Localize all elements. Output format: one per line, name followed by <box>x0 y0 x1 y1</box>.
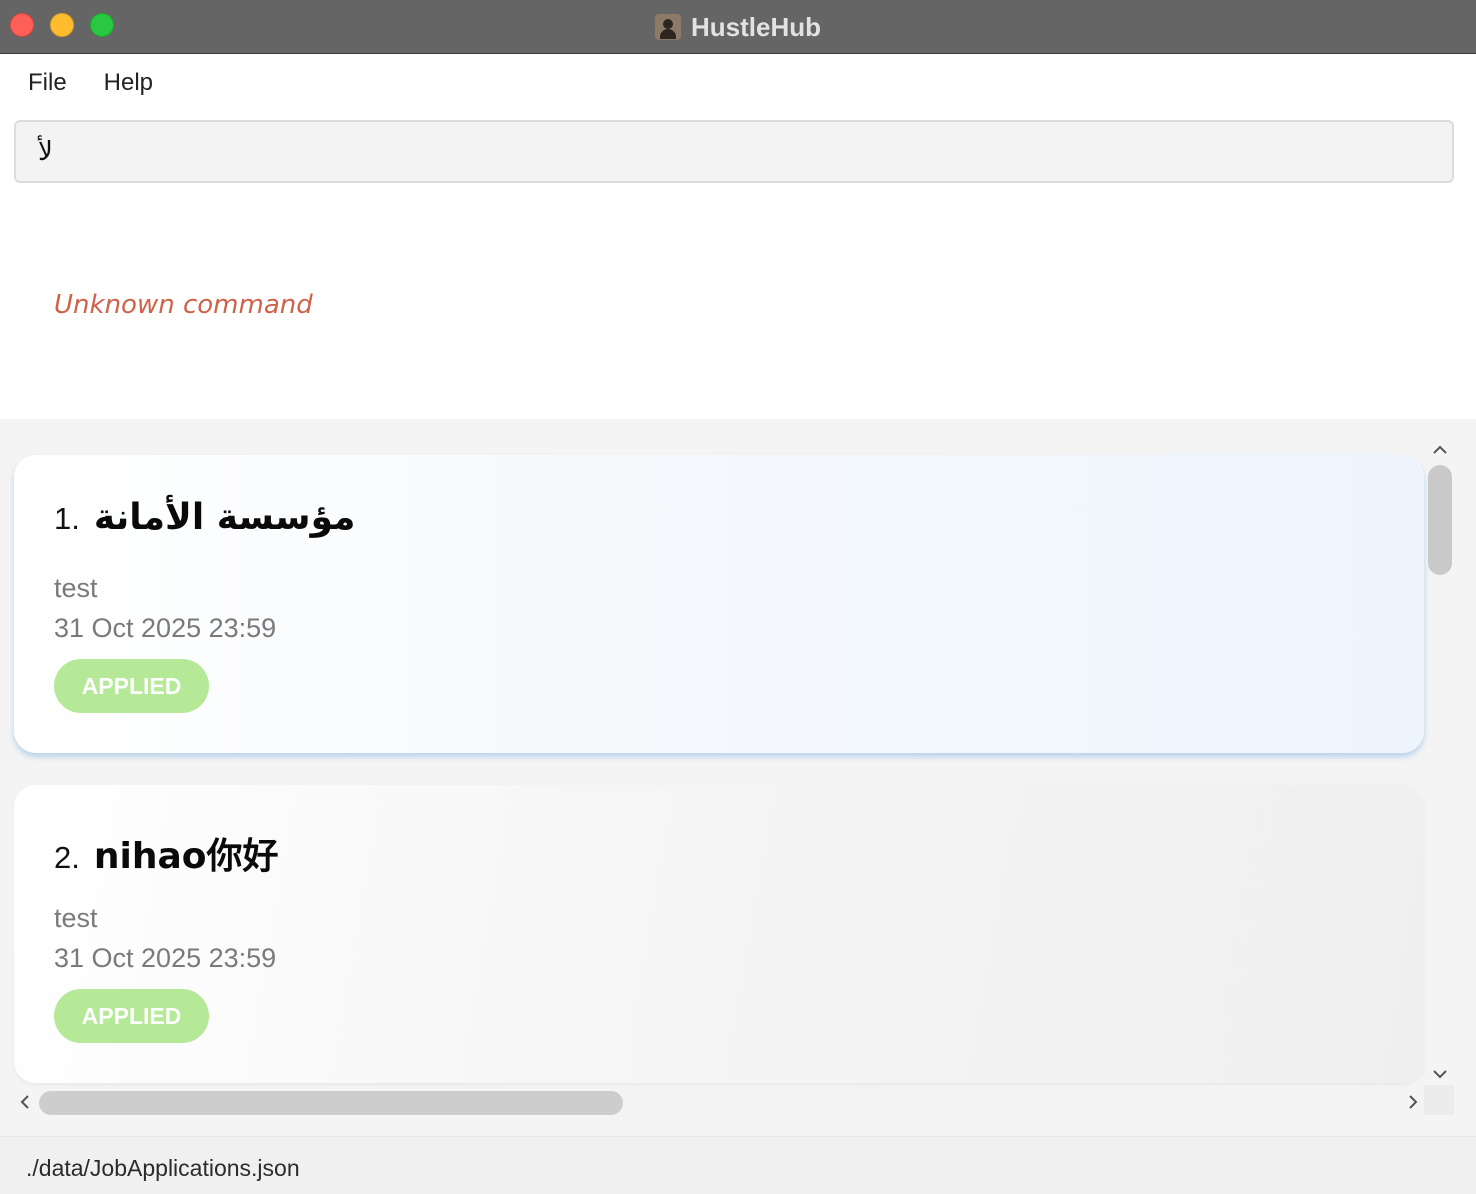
card-description: test <box>54 573 98 603</box>
horizontal-scrollbar[interactable] <box>14 1087 1424 1117</box>
menu-file[interactable]: File <box>28 69 67 97</box>
card-index: 2. <box>54 840 80 875</box>
card-description: test <box>54 903 98 933</box>
vertical-scroll-thumb[interactable] <box>1428 465 1452 575</box>
card-title: 2. nihao你好 <box>54 827 278 879</box>
chevron-right-icon[interactable] <box>1404 1093 1422 1111</box>
scroll-corner <box>1424 1085 1454 1115</box>
menu-bar: File Help <box>0 55 1476 111</box>
title-bar: HustleHub <box>0 0 1476 54</box>
chevron-up-icon[interactable] <box>1431 441 1449 459</box>
window-title-group: HustleHub <box>0 0 1476 54</box>
company-name: nihao你好 <box>93 836 279 877</box>
result-message: Unknown command <box>54 290 313 320</box>
application-list: 1. مؤسسة الأمانة test 31 Oct 2025 23:59 … <box>0 419 1476 1136</box>
chevron-left-icon[interactable] <box>16 1093 34 1111</box>
result-display: Unknown command <box>0 186 1476 419</box>
person-icon <box>655 14 681 40</box>
application-card[interactable]: 2. nihao你好 test 31 Oct 2025 23:59 APPLIE… <box>14 785 1424 1083</box>
command-input[interactable]: لأ <box>14 120 1454 183</box>
application-card[interactable]: 1. مؤسسة الأمانة test 31 Oct 2025 23:59 … <box>14 455 1424 753</box>
status-bar: ./data/JobApplications.json <box>0 1136 1476 1194</box>
status-badge: APPLIED <box>54 989 209 1043</box>
window-title: HustleHub <box>691 11 821 42</box>
status-badge: APPLIED <box>54 659 209 713</box>
data-file-path: ./data/JobApplications.json <box>26 1155 300 1181</box>
card-deadline: 31 Oct 2025 23:59 <box>54 943 277 973</box>
horizontal-scroll-thumb[interactable] <box>39 1091 623 1115</box>
card-deadline: 31 Oct 2025 23:59 <box>54 613 277 643</box>
vertical-scrollbar[interactable] <box>1424 443 1476 1083</box>
card-index: 1. <box>54 501 80 536</box>
menu-help[interactable]: Help <box>104 69 153 97</box>
chevron-down-icon[interactable] <box>1431 1065 1449 1083</box>
company-name: مؤسسة الأمانة <box>93 497 356 538</box>
card-title: 1. مؤسسة الأمانة <box>54 497 355 538</box>
